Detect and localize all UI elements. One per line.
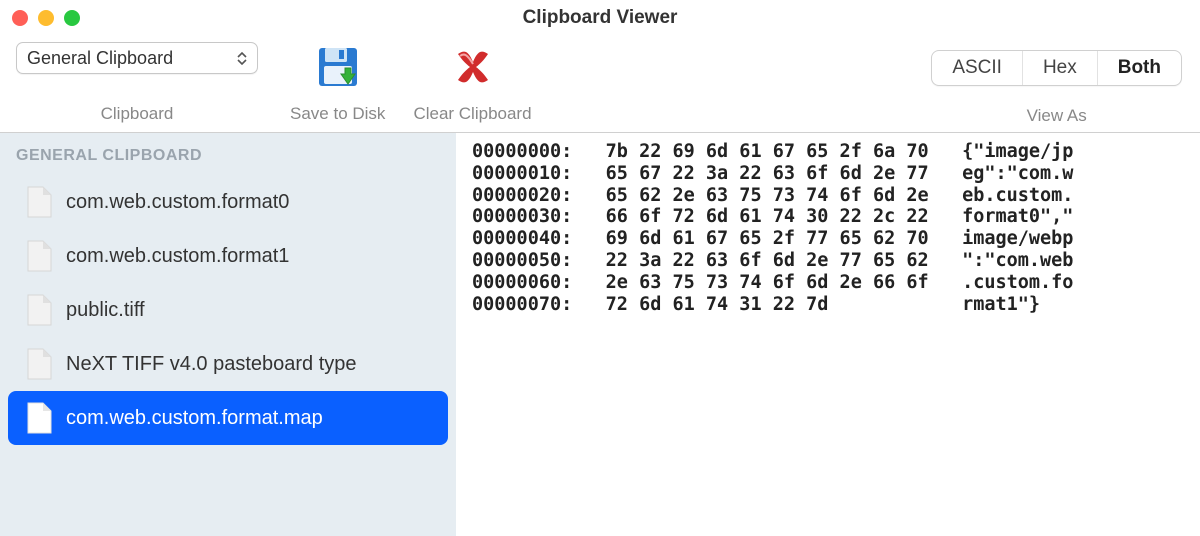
sidebar-item-label: com.web.custom.format0 bbox=[66, 191, 289, 214]
x-icon bbox=[450, 44, 496, 90]
save-to-disk-item: Save to Disk bbox=[290, 42, 385, 124]
view-as-ascii[interactable]: ASCII bbox=[932, 51, 1023, 85]
file-icon bbox=[26, 402, 52, 434]
sidebar: GENERAL CLIPBOARD com.web.custom.format0… bbox=[0, 132, 456, 536]
sidebar-item-label: com.web.custom.format.map bbox=[66, 407, 323, 430]
sidebar-item[interactable]: com.web.custom.format.map bbox=[8, 391, 448, 445]
clipboard-selector[interactable]: General Clipboard bbox=[16, 42, 258, 74]
view-as-label: View As bbox=[1027, 106, 1087, 126]
toolbar: General Clipboard Clipboard Save to Disk bbox=[0, 36, 1200, 132]
clipboard-selector-group: General Clipboard Clipboard bbox=[12, 42, 262, 124]
close-button[interactable] bbox=[12, 10, 28, 26]
clear-clipboard-item: Clear Clipboard bbox=[413, 42, 531, 124]
sidebar-item-label: public.tiff bbox=[66, 299, 145, 322]
file-icon bbox=[26, 240, 52, 272]
save-button[interactable] bbox=[308, 42, 368, 92]
clipboard-label: Clipboard bbox=[101, 104, 174, 124]
sidebar-item[interactable]: com.web.custom.format1 bbox=[8, 229, 448, 283]
hex-content: 00000000: 7b 22 69 6d 61 67 65 2f 6a 70 … bbox=[472, 141, 1184, 316]
updown-icon bbox=[237, 50, 247, 66]
save-label: Save to Disk bbox=[290, 104, 385, 124]
hex-view[interactable]: 00000000: 7b 22 69 6d 61 67 65 2f 6a 70 … bbox=[456, 132, 1200, 536]
sidebar-item-label: com.web.custom.format1 bbox=[66, 245, 289, 268]
view-as-segmented: ASCIIHexBoth bbox=[931, 50, 1182, 86]
clear-button[interactable] bbox=[443, 42, 503, 92]
file-icon bbox=[26, 186, 52, 218]
titlebar: Clipboard Viewer bbox=[0, 0, 1200, 36]
maximize-button[interactable] bbox=[64, 10, 80, 26]
traffic-lights bbox=[12, 10, 80, 26]
view-as-hex[interactable]: Hex bbox=[1023, 51, 1098, 85]
sidebar-item[interactable]: public.tiff bbox=[8, 283, 448, 337]
sidebar-item-label: NeXT TIFF v4.0 pasteboard type bbox=[66, 353, 357, 376]
view-as-group: ASCIIHexBoth View As bbox=[931, 50, 1182, 126]
content: GENERAL CLIPBOARD com.web.custom.format0… bbox=[0, 132, 1200, 536]
clipboard-selector-value: General Clipboard bbox=[27, 48, 173, 69]
sidebar-header: GENERAL CLIPBOARD bbox=[0, 141, 456, 175]
sidebar-item[interactable]: com.web.custom.format0 bbox=[8, 175, 448, 229]
file-icon bbox=[26, 348, 52, 380]
window-title: Clipboard Viewer bbox=[0, 7, 1200, 29]
view-as-both[interactable]: Both bbox=[1098, 51, 1181, 85]
minimize-button[interactable] bbox=[38, 10, 54, 26]
sidebar-item[interactable]: NeXT TIFF v4.0 pasteboard type bbox=[8, 337, 448, 391]
window: Clipboard Viewer General Clipboard Clipb… bbox=[0, 0, 1200, 536]
file-icon bbox=[26, 294, 52, 326]
floppy-save-icon bbox=[315, 44, 361, 90]
clear-label: Clear Clipboard bbox=[413, 104, 531, 124]
